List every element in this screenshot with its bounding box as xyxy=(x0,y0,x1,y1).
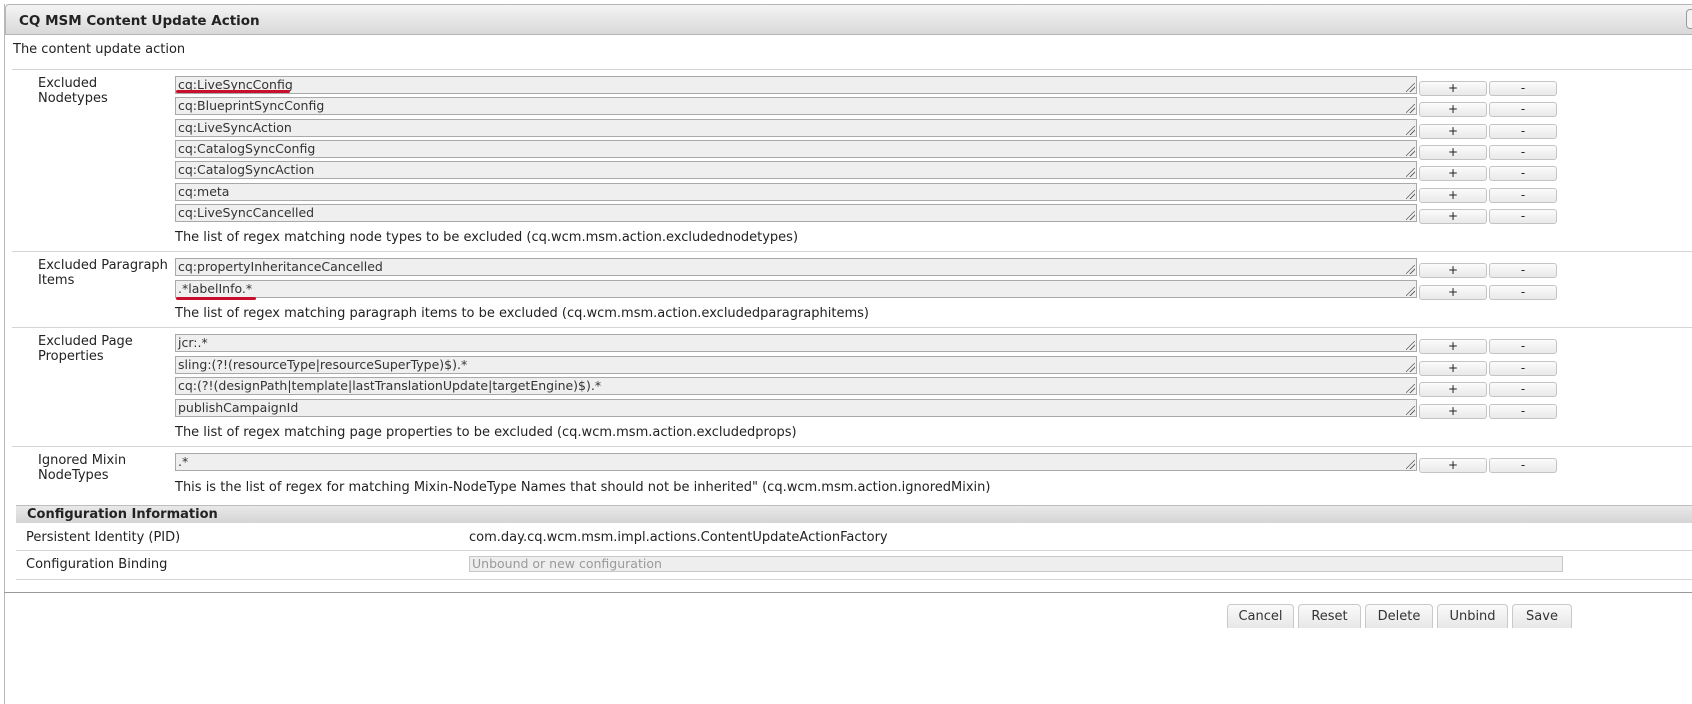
divider xyxy=(12,446,1692,447)
binding-label: Configuration Binding xyxy=(26,557,168,572)
excluded-nodetype-field[interactable]: cq:BlueprintSyncConfig xyxy=(175,97,1417,115)
remove-value-button[interactable]: - xyxy=(1489,124,1557,139)
add-value-button[interactable]: + xyxy=(1419,404,1487,419)
resize-grip-icon[interactable] xyxy=(1406,287,1415,296)
excluded-page-property-field[interactable]: sling:(?!(resourceType|resourceSuperType… xyxy=(175,356,1417,374)
pid-value: com.day.cq.wcm.msm.impl.actions.ContentU… xyxy=(469,530,888,545)
add-value-button[interactable]: + xyxy=(1419,263,1487,278)
remove-value-button[interactable]: - xyxy=(1489,404,1557,419)
add-value-button[interactable]: + xyxy=(1419,382,1487,397)
excluded-paragraph-items-help: The list of regex matching paragraph ite… xyxy=(175,306,869,321)
excluded-page-property-field[interactable]: publishCampaignId xyxy=(175,399,1417,417)
add-value-button[interactable]: + xyxy=(1419,124,1487,139)
remove-value-button[interactable]: - xyxy=(1489,81,1557,96)
resize-grip-icon[interactable] xyxy=(1406,265,1415,274)
add-value-button[interactable]: + xyxy=(1419,458,1487,473)
resize-grip-icon[interactable] xyxy=(1406,147,1415,156)
resize-grip-icon[interactable] xyxy=(1406,126,1415,135)
remove-value-button[interactable]: - xyxy=(1489,102,1557,117)
resize-grip-icon[interactable] xyxy=(1406,341,1415,350)
excluded-paragraph-items-label: Excluded Paragraph Items xyxy=(38,258,168,288)
excluded-nodetype-field[interactable]: cq:CatalogSyncConfig xyxy=(175,140,1417,158)
remove-value-button[interactable]: - xyxy=(1489,188,1557,203)
excluded-nodetype-field[interactable]: cq:LiveSyncCancelled xyxy=(175,204,1417,222)
divider xyxy=(12,251,1692,252)
remove-value-button[interactable]: - xyxy=(1489,166,1557,181)
resize-grip-icon[interactable] xyxy=(1406,363,1415,372)
remove-value-button[interactable]: - xyxy=(1489,285,1557,300)
remove-value-button[interactable]: - xyxy=(1489,382,1557,397)
resize-grip-icon[interactable] xyxy=(1406,406,1415,415)
divider xyxy=(16,579,1692,580)
cancel-button[interactable]: Cancel xyxy=(1227,604,1294,628)
divider xyxy=(12,69,1692,70)
ignored-mixin-field[interactable]: .* xyxy=(175,453,1417,471)
excluded-nodetypes-label: Excluded Nodetypes xyxy=(38,76,108,106)
resize-grip-icon[interactable] xyxy=(1406,83,1415,92)
divider xyxy=(12,327,1692,328)
add-value-button[interactable]: + xyxy=(1419,102,1487,117)
dialog-title: CQ MSM Content Update Action xyxy=(19,13,260,29)
excluded-nodetype-field[interactable]: cq:LiveSyncConfig xyxy=(175,76,1417,94)
delete-button[interactable]: Delete xyxy=(1365,604,1433,628)
add-value-button[interactable]: + xyxy=(1419,166,1487,181)
excluded-page-property-field[interactable]: cq:(?!(designPath|template|lastTranslati… xyxy=(175,377,1417,395)
excluded-page-property-field[interactable]: jcr:.* xyxy=(175,334,1417,352)
excluded-page-properties-help: The list of regex matching page properti… xyxy=(175,425,797,440)
excluded-nodetype-field[interactable]: cq:CatalogSyncAction xyxy=(175,161,1417,179)
ignored-mixin-nodetypes-label: Ignored Mixin NodeTypes xyxy=(38,453,127,483)
reset-button[interactable]: Reset xyxy=(1298,604,1361,628)
excluded-nodetypes-help: The list of regex matching node types to… xyxy=(175,230,799,245)
resize-grip-icon[interactable] xyxy=(1406,460,1415,469)
excluded-paragraph-item-field[interactable]: .*labelInfo.* xyxy=(175,280,1417,298)
remove-value-button[interactable]: - xyxy=(1489,263,1557,278)
add-value-button[interactable]: + xyxy=(1419,81,1487,96)
save-button[interactable]: Save xyxy=(1512,604,1572,628)
add-value-button[interactable]: + xyxy=(1419,339,1487,354)
dialog-titlebar: CQ MSM Content Update Action ✕ xyxy=(5,4,1692,35)
remove-value-button[interactable]: - xyxy=(1489,361,1557,376)
annotation-underline xyxy=(176,90,290,93)
dialog-description: The content update action xyxy=(13,42,186,57)
excluded-nodetype-field[interactable]: cq:LiveSyncAction xyxy=(175,119,1417,137)
footer-divider xyxy=(4,592,1692,593)
excluded-nodetype-field[interactable]: cq:meta xyxy=(175,183,1417,201)
remove-value-button[interactable]: - xyxy=(1489,209,1557,224)
add-value-button[interactable]: + xyxy=(1419,209,1487,224)
ignored-mixin-help: This is the list of regex for matching M… xyxy=(175,480,991,495)
add-value-button[interactable]: + xyxy=(1419,285,1487,300)
excluded-paragraph-item-field[interactable]: cq:propertyInheritanceCancelled xyxy=(175,258,1417,276)
config-info-heading: Configuration Information xyxy=(16,505,1692,523)
pid-label: Persistent Identity (PID) xyxy=(26,530,181,545)
remove-value-button[interactable]: - xyxy=(1489,339,1557,354)
add-value-button[interactable]: + xyxy=(1419,361,1487,376)
close-icon[interactable]: ✕ xyxy=(1686,9,1692,29)
resize-grip-icon[interactable] xyxy=(1406,211,1415,220)
resize-grip-icon[interactable] xyxy=(1406,384,1415,393)
resize-grip-icon[interactable] xyxy=(1406,104,1415,113)
add-value-button[interactable]: + xyxy=(1419,145,1487,160)
annotation-underline xyxy=(176,297,256,300)
remove-value-button[interactable]: - xyxy=(1489,145,1557,160)
remove-value-button[interactable]: - xyxy=(1489,458,1557,473)
resize-grip-icon[interactable] xyxy=(1406,190,1415,199)
resize-grip-icon[interactable] xyxy=(1406,168,1415,177)
excluded-page-properties-label: Excluded Page Properties xyxy=(38,334,133,364)
divider xyxy=(16,550,1692,551)
add-value-button[interactable]: + xyxy=(1419,188,1487,203)
binding-field: Unbound or new configuration xyxy=(469,556,1563,572)
unbind-button[interactable]: Unbind xyxy=(1437,604,1508,628)
